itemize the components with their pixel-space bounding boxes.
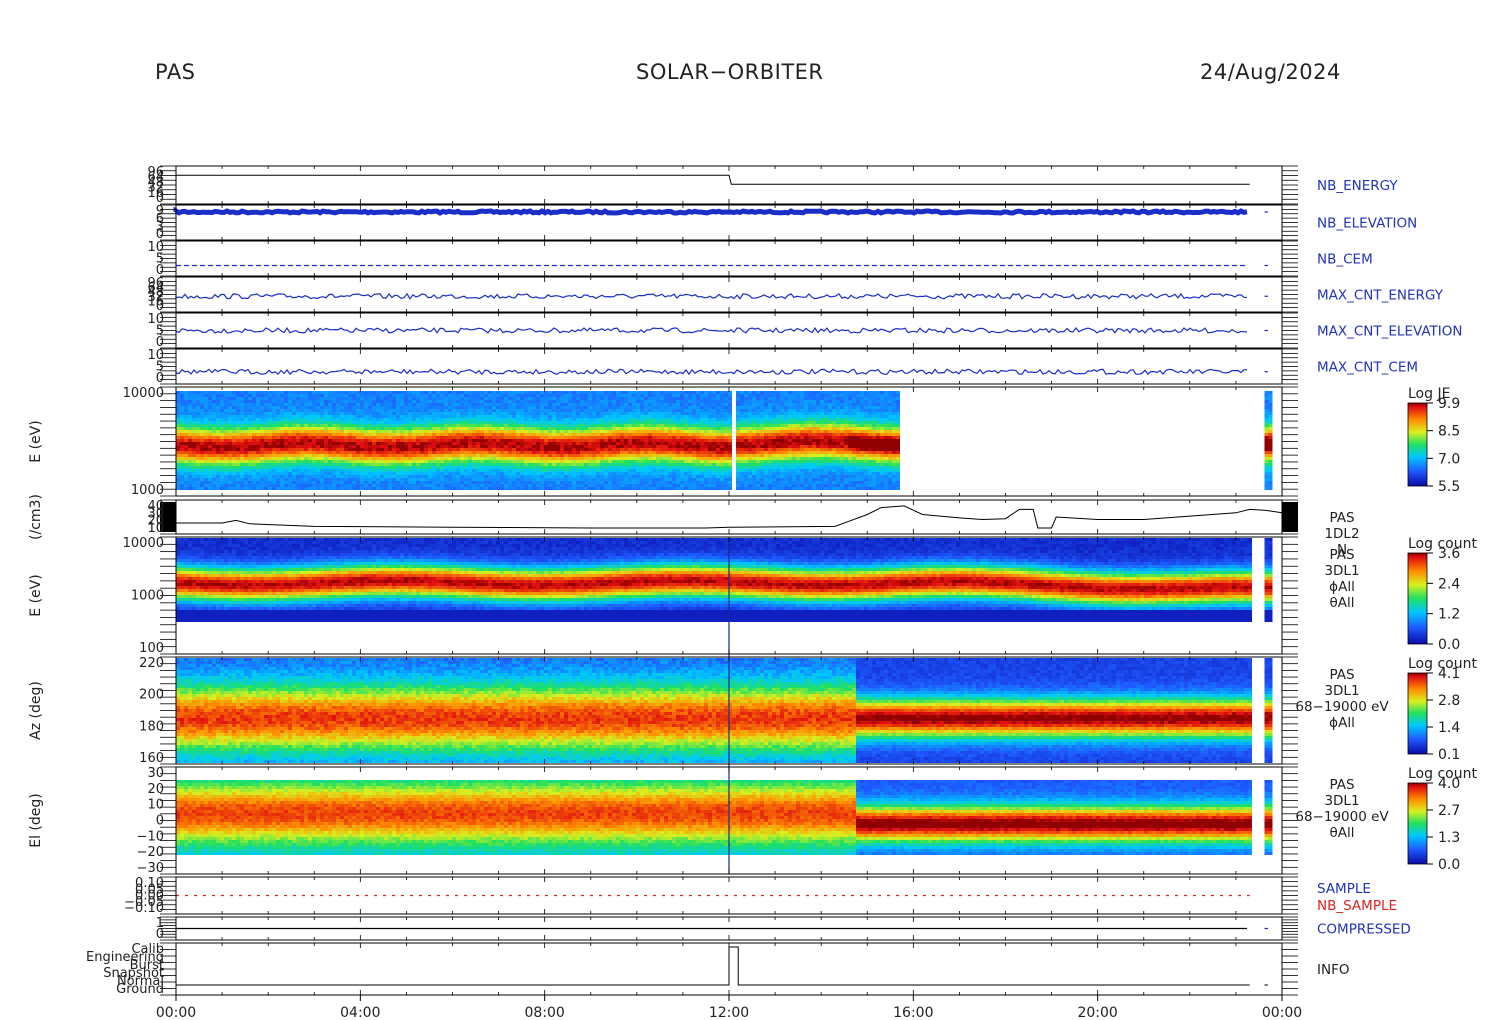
panel-frame-nb_energy (176, 166, 1282, 204)
stacked-timeseries-figure: 96644832160NB_ENERGY9630NB_ELEVATION1050… (0, 0, 1512, 1020)
colorbar-tick: 7.0 (1438, 451, 1460, 467)
panel-frame-max_cnt_cem (176, 349, 1282, 384)
xtick-label: 00:00 (156, 1005, 196, 1020)
label-nb_sample: NB_SAMPLE (1317, 898, 1397, 914)
label-info: INFO (1317, 962, 1349, 978)
colorbar-tick: 2.8 (1438, 693, 1460, 709)
colorbar-tick: 5.5 (1438, 479, 1460, 495)
series-nb-energy (176, 175, 1250, 184)
ytick-label: 30 (147, 766, 164, 781)
ytick-label: 1000 (131, 483, 164, 498)
xtick-label: 00:00 (1262, 1005, 1302, 1020)
label-compressed: COMPRESSED (1317, 922, 1411, 938)
panel-annotation: 1DL2 (1324, 526, 1359, 542)
colorbar-tick: 1.4 (1438, 720, 1460, 736)
panel-annotation: 68−19000 eV (1295, 809, 1389, 825)
series-max_cnt_elevation (176, 328, 1247, 333)
colorbar-tick: 0.0 (1438, 637, 1460, 653)
series-max_cnt_energy (176, 294, 1247, 299)
xtick-label: 04:00 (340, 1005, 380, 1020)
panel-annotation: 68−19000 eV (1295, 699, 1389, 715)
ylabel-pas-je: E (eV) (28, 420, 44, 462)
ytick-label: 160 (139, 751, 164, 766)
ylabel-pas-3dl1-e: E (eV) (28, 574, 44, 616)
panel-annotation: ϕAll (1329, 715, 1355, 731)
panel-annotation: PAS (1329, 667, 1354, 683)
panel-annotation: θAll (1330, 825, 1355, 841)
colorbar-tick: 1.2 (1438, 607, 1460, 623)
ytick-label: 200 (139, 688, 164, 703)
colorbar-pas_3dl1_el (1408, 783, 1427, 864)
ytick-label: 10000 (123, 536, 164, 551)
ytick-label: 0 (156, 927, 164, 942)
label-nb_elevation: NB_ELEVATION (1317, 216, 1417, 232)
density-right-marker (1282, 502, 1298, 532)
colorbar-tick: 9.9 (1438, 396, 1460, 412)
ylabel-pas-3dl1-az: Az (deg) (28, 681, 44, 740)
panel-annotation: ϕAll (1329, 579, 1355, 595)
ytick-label: 20 (147, 782, 164, 797)
ytick-label: 10000 (123, 386, 164, 401)
ytick-label: Ground (116, 982, 164, 997)
panel-annotation: PAS (1329, 510, 1354, 526)
label-max_cnt_energy: MAX_CNT_ENERGY (1317, 288, 1444, 304)
panel-frame-density (176, 500, 1282, 534)
colorbar-tick: 4.0 (1438, 776, 1460, 792)
ytick-label: 100 (139, 641, 164, 656)
xtick-label: 08:00 (524, 1005, 564, 1020)
label-nb_energy: NB_ENERGY (1317, 178, 1398, 194)
ytick-label: −10 (137, 829, 164, 844)
label-sample: SAMPLE (1317, 881, 1371, 897)
ytick-label: −0.10 (124, 901, 164, 916)
xtick-label: 16:00 (893, 1005, 933, 1020)
xtick-label: 12:00 (709, 1005, 749, 1020)
panel-annotation: 3DL1 (1324, 683, 1359, 699)
ytick-label: −30 (137, 861, 164, 876)
ylabel-density: (/cm3) (28, 494, 44, 540)
series-density (176, 506, 1282, 528)
series-nb_elevation (176, 211, 1247, 213)
series-info (176, 947, 1250, 985)
colorbar-tick: 0.0 (1438, 857, 1460, 873)
colorbar-tick: 2.4 (1438, 576, 1460, 592)
colorbar-pas_3dl1_e (1408, 553, 1427, 644)
colorbar-tick: 1.3 (1438, 830, 1460, 846)
label-max_cnt_cem: MAX_CNT_CEM (1317, 360, 1418, 376)
ytick-label: 1000 (131, 589, 164, 604)
ytick-label: 0 (156, 814, 164, 829)
label-nb_cem: NB_CEM (1317, 252, 1373, 268)
panel-frame-nb_cem (176, 241, 1282, 276)
ylabel-pas-3dl1-el: El (deg) (28, 793, 44, 848)
panel-annotation: PAS (1329, 547, 1354, 563)
colorbar-tick: 2.7 (1438, 803, 1460, 819)
panel-annotation: PAS (1329, 777, 1354, 793)
colorbar-pas_je (1408, 403, 1427, 486)
panel-annotation: 3DL1 (1324, 563, 1359, 579)
series-max_cnt_cem (176, 369, 1247, 374)
panel-frame-sample (176, 877, 1282, 914)
colorbar-tick: 3.6 (1438, 546, 1460, 562)
ytick-label: 10 (147, 798, 164, 813)
panel-annotation: 3DL1 (1324, 793, 1359, 809)
panel-annotation: θAll (1330, 595, 1355, 611)
ytick-label: 10 (147, 521, 164, 536)
ytick-label: 0 (156, 371, 164, 386)
xtick-label: 20:00 (1077, 1005, 1117, 1020)
label-max_cnt_elevation: MAX_CNT_ELEVATION (1317, 324, 1463, 340)
colorbar-tick: 0.1 (1438, 747, 1460, 763)
ytick-label: 220 (139, 656, 164, 671)
ytick-label: 180 (139, 719, 164, 734)
ytick-label: −20 (137, 845, 164, 860)
colorbar-tick: 4.1 (1438, 666, 1460, 682)
colorbar-tick: 8.5 (1438, 424, 1460, 440)
panel-frame-max_cnt_energy (176, 277, 1282, 312)
colorbar-pas_3dl1_az (1408, 673, 1427, 754)
